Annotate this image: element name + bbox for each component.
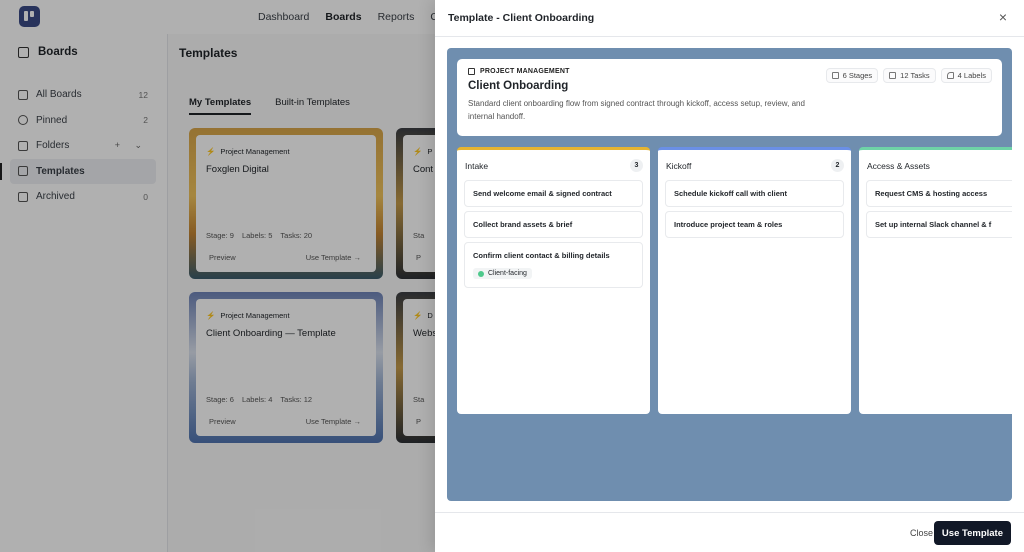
template-stats: 6 Stages 12 Tasks 4 Labels xyxy=(825,68,992,83)
label-text: Client-facing xyxy=(488,270,527,277)
tasks-chip: 12 Tasks xyxy=(883,68,936,83)
task-card: Introduce project team & roles xyxy=(665,211,844,238)
stages-count: 6 Stages xyxy=(842,71,873,80)
labels-count: 4 Labels xyxy=(957,71,986,80)
stages-chip: 6 Stages xyxy=(825,68,879,83)
column-count: 2 xyxy=(831,159,844,172)
template-info-card: PROJECT MANAGEMENT Client Onboarding Sta… xyxy=(457,59,1002,136)
column-count: 3 xyxy=(630,159,643,172)
column-name: Access & Assets xyxy=(867,160,930,171)
use-template-button[interactable]: Use Template xyxy=(933,521,1011,545)
column-name: Intake xyxy=(465,160,489,171)
template-description: Standard client onboarding flow from sig… xyxy=(468,99,805,121)
task-title: Collect brand assets & brief xyxy=(473,220,573,229)
tasks-icon xyxy=(889,72,897,79)
labels-chip: 4 Labels xyxy=(940,68,992,83)
task-title: Confirm client contact & billing details xyxy=(473,251,610,260)
task-title: Schedule kickoff call with client xyxy=(674,189,787,198)
label-tag: Client-facing xyxy=(473,268,532,279)
task-title: Request CMS & hosting access xyxy=(875,189,988,198)
board-preview: PROJECT MANAGEMENT Client Onboarding Sta… xyxy=(447,48,1012,501)
grid-icon xyxy=(468,68,475,75)
task-title: Introduce project team & roles xyxy=(674,220,783,229)
task-title: Set up internal Slack channel & f xyxy=(875,220,992,229)
column-header: Access & Assets xyxy=(859,150,1012,174)
column-header: Intake 3 xyxy=(457,150,650,174)
task-card: Confirm client contact & billing details… xyxy=(464,242,643,288)
task-card: Schedule kickoff call with client xyxy=(665,180,844,207)
panel-title: Template - Client Onboarding xyxy=(448,12,595,24)
task-card: Set up internal Slack channel & f xyxy=(866,211,1012,238)
task-title: Send welcome email & signed contract xyxy=(473,189,612,198)
task-card: Send welcome email & signed contract xyxy=(464,180,643,207)
task-card: Request CMS & hosting access xyxy=(866,180,1012,207)
stage-column-kickoff: Kickoff 2 Schedule kickoff call with cli… xyxy=(658,147,851,414)
close-icon[interactable]: × xyxy=(999,9,1007,25)
template-preview-panel: Template - Client Onboarding × PROJECT M… xyxy=(435,0,1024,552)
task-card: Collect brand assets & brief xyxy=(464,211,643,238)
stage-column-intake: Intake 3 Send welcome email & signed con… xyxy=(457,147,650,414)
template-category-label: PROJECT MANAGEMENT xyxy=(480,68,570,75)
column-header: Kickoff 2 xyxy=(658,150,851,174)
tag-icon xyxy=(946,72,954,79)
panel-header: Template - Client Onboarding × xyxy=(435,0,1024,37)
column-name: Kickoff xyxy=(666,160,692,171)
tasks-count: 12 Tasks xyxy=(900,71,930,80)
panel-footer: Close Use Template xyxy=(435,512,1024,552)
stages-icon xyxy=(831,72,839,79)
stage-column-access-assets: Access & Assets Request CMS & hosting ac… xyxy=(859,147,1012,414)
label-dot xyxy=(478,270,484,277)
